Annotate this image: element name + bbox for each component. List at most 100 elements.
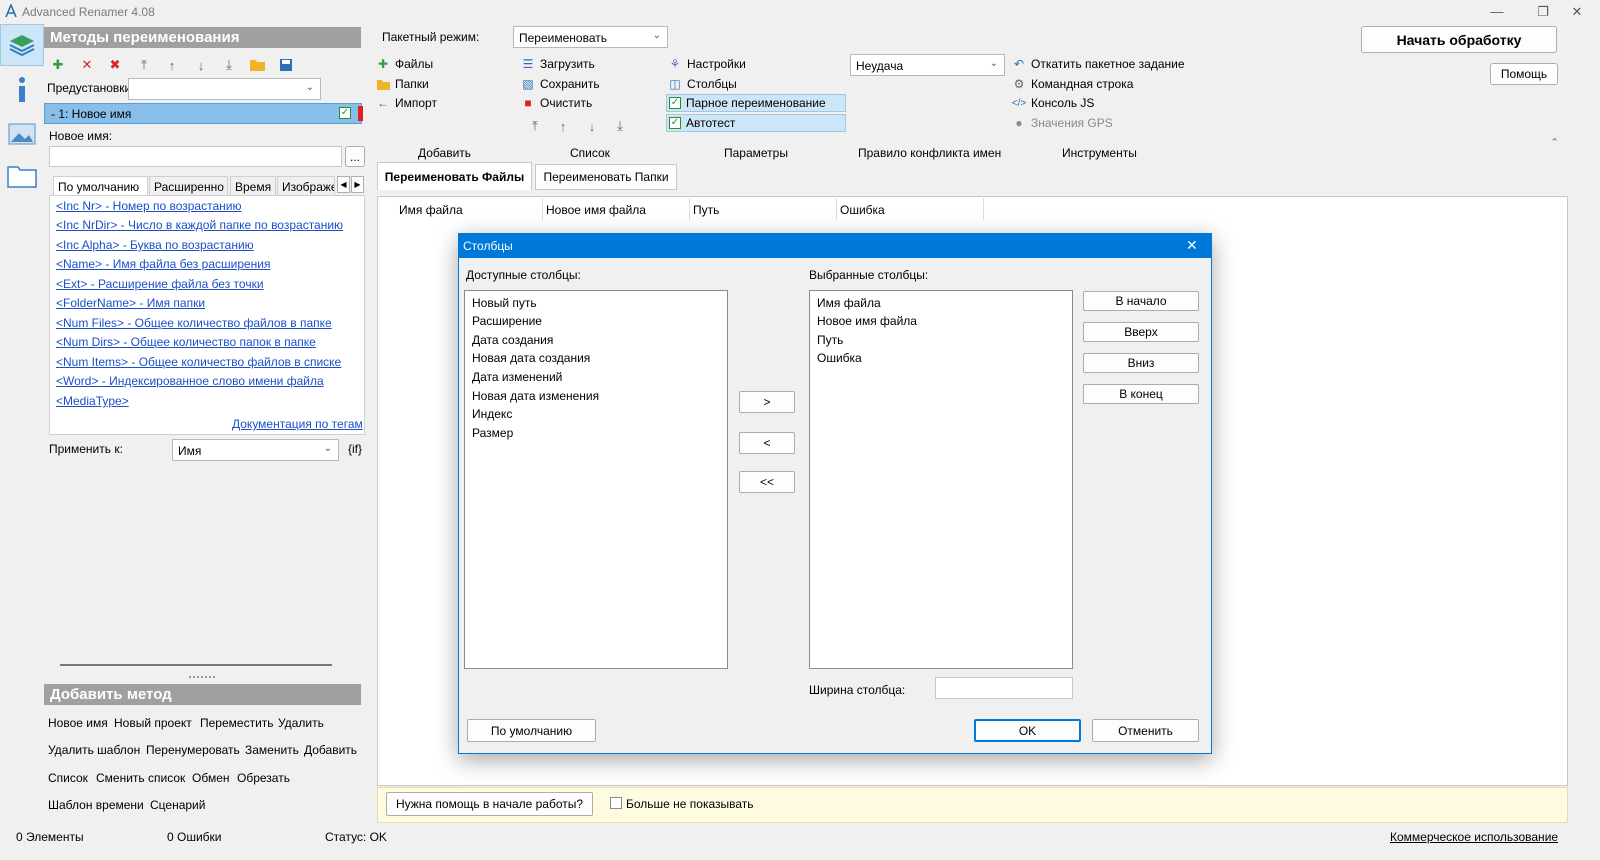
clear-list-button[interactable]: ■ Очистить bbox=[521, 96, 592, 110]
getting-started-button[interactable]: Нужна помощь в начале работы? bbox=[386, 792, 593, 816]
tag-link[interactable]: <Ext> - Расширение файла без точки bbox=[56, 277, 264, 291]
column-separator[interactable] bbox=[983, 198, 984, 220]
tab-scroll-left-icon[interactable]: ◀ bbox=[337, 176, 350, 193]
list-item[interactable]: Новый путь bbox=[472, 296, 537, 310]
add-folders-button[interactable]: Папки bbox=[376, 77, 429, 91]
method-list-replace[interactable]: Сменить список bbox=[96, 771, 185, 785]
list-item[interactable]: Имя файла bbox=[817, 296, 881, 310]
column-width-input[interactable] bbox=[935, 677, 1073, 699]
tab-default[interactable]: По умолчанию bbox=[53, 176, 148, 196]
list-item[interactable]: Дата создания bbox=[472, 333, 553, 347]
tag-link[interactable]: <Inc NrDir> - Число в каждой папке по во… bbox=[56, 218, 343, 232]
folder-icon[interactable] bbox=[0, 155, 44, 197]
move-left-button[interactable]: < bbox=[739, 432, 795, 454]
list-item[interactable]: Дата изменений bbox=[472, 370, 562, 384]
list-item[interactable]: Новая дата изменения bbox=[472, 389, 599, 403]
save-list-button[interactable]: ▧ Сохранить bbox=[521, 77, 599, 91]
ellipsis-button[interactable]: ... bbox=[345, 146, 365, 167]
method-list[interactable]: Список bbox=[48, 771, 88, 785]
method-script[interactable]: Сценарий bbox=[150, 798, 205, 812]
method-enabled-checkbox[interactable]: ✓ bbox=[339, 107, 351, 119]
tag-link[interactable]: <Word> - Индексированное слово имени фай… bbox=[56, 374, 324, 388]
list-item[interactable]: Новое имя файла bbox=[817, 314, 917, 328]
tag-link[interactable]: <Num Files> - Общее количество файлов в … bbox=[56, 316, 332, 330]
start-processing-button[interactable]: Начать обработку bbox=[1361, 26, 1557, 53]
tab-advanced[interactable]: Расширенно bbox=[149, 176, 228, 196]
load-list-button[interactable]: ☰ Загрузить bbox=[521, 57, 595, 71]
tag-link[interactable]: <FolderName> - Имя папки bbox=[56, 296, 205, 310]
tab-rename-files[interactable]: Переименовать Файлы bbox=[377, 162, 532, 190]
tag-link[interactable]: <MediaType> bbox=[56, 394, 129, 408]
list-item[interactable]: Размер bbox=[472, 426, 513, 440]
list-move-top-icon[interactable]: ⤒ bbox=[526, 117, 544, 135]
move-bottom-icon[interactable]: ⤓ bbox=[220, 56, 238, 74]
gps-values-button[interactable]: ● Значения GPS bbox=[1012, 116, 1112, 130]
add-files-button[interactable]: ✚ Файлы bbox=[376, 57, 433, 71]
move-down-icon[interactable]: ↓ bbox=[192, 56, 210, 74]
help-button[interactable]: Помощь bbox=[1490, 63, 1558, 85]
columns-button[interactable]: ◫ Столбцы bbox=[668, 77, 736, 91]
dont-show-label[interactable]: Больше не показывать bbox=[626, 797, 754, 811]
tab-time[interactable]: Время bbox=[230, 176, 276, 196]
move-right-button[interactable]: > bbox=[739, 391, 795, 413]
info-icon[interactable] bbox=[0, 69, 44, 111]
layers-icon[interactable] bbox=[0, 24, 44, 66]
move-top-icon[interactable]: ⤒ bbox=[135, 56, 153, 74]
list-item[interactable]: Ошибка bbox=[817, 351, 862, 365]
minimize-icon[interactable]: — bbox=[1474, 0, 1520, 23]
tab-rename-folders[interactable]: Переименовать Папки bbox=[535, 164, 677, 190]
column-separator[interactable] bbox=[836, 198, 837, 220]
splitter-handle[interactable] bbox=[189, 676, 215, 681]
list-move-bottom-icon[interactable]: ⤓ bbox=[611, 117, 629, 135]
tag-link[interactable]: <Num Dirs> - Общее количество папок в па… bbox=[56, 335, 316, 349]
image-icon[interactable] bbox=[0, 113, 44, 155]
batch-mode-dropdown[interactable]: Переименовать ⌄ bbox=[513, 26, 668, 48]
tab-scroll-right-icon[interactable]: ▶ bbox=[351, 176, 364, 193]
tag-link[interactable]: <Num Items> - Общее количество файлов в … bbox=[56, 355, 341, 369]
settings-button[interactable]: ⚘ Настройки bbox=[668, 57, 746, 71]
save-icon[interactable] bbox=[277, 56, 295, 74]
chevron-up-icon[interactable]: ⌃ bbox=[1550, 136, 1559, 149]
column-separator[interactable] bbox=[542, 198, 543, 220]
conflict-rule-dropdown[interactable]: Неудача ⌄ bbox=[850, 54, 1005, 76]
open-folder-icon[interactable] bbox=[248, 56, 266, 74]
if-label[interactable]: {if} bbox=[348, 442, 362, 456]
column-header-path[interactable]: Путь bbox=[693, 203, 719, 217]
list-item[interactable]: Путь bbox=[817, 333, 843, 347]
column-header-filename[interactable]: Имя файла bbox=[399, 203, 463, 217]
tag-link[interactable]: <Inc Nr> - Номер по возрастанию bbox=[56, 199, 241, 213]
ok-button[interactable]: OK bbox=[974, 719, 1081, 742]
available-columns-list[interactable]: Новый путь Расширение Дата создания Нова… bbox=[464, 290, 728, 669]
tags-docs-link[interactable]: Документация по тегам bbox=[232, 417, 364, 431]
import-button[interactable]: ← Импорт bbox=[376, 96, 437, 110]
method-renumber[interactable]: Перенумеровать bbox=[146, 743, 240, 757]
method-add[interactable]: Добавить bbox=[304, 743, 357, 757]
method-remove[interactable]: Удалить bbox=[278, 716, 324, 730]
method-replace[interactable]: Заменить bbox=[245, 743, 299, 757]
presets-dropdown[interactable]: ⌄ bbox=[128, 78, 321, 100]
list-item[interactable]: Индекс bbox=[472, 407, 512, 421]
method-row-new-name[interactable]: - 1: Новое имя ✓ bbox=[44, 103, 363, 124]
method-remove-pattern[interactable]: Удалить шаблон bbox=[48, 743, 140, 757]
move-to-end-button[interactable]: В конец bbox=[1083, 384, 1199, 404]
column-header-new-filename[interactable]: Новое имя файла bbox=[546, 203, 646, 217]
cancel-button[interactable]: Отменить bbox=[1092, 719, 1199, 742]
move-up-button[interactable]: Вверх bbox=[1083, 322, 1199, 342]
method-timestamp[interactable]: Шаблон времени bbox=[48, 798, 144, 812]
clear-icon[interactable]: ✖ bbox=[106, 56, 124, 74]
move-all-left-button[interactable]: << bbox=[739, 471, 795, 493]
method-new-name[interactable]: Новое имя bbox=[48, 716, 108, 730]
default-button[interactable]: По умолчанию bbox=[467, 719, 596, 742]
delete-icon[interactable]: ✕ bbox=[78, 56, 96, 74]
column-separator[interactable] bbox=[689, 198, 690, 220]
tab-image[interactable]: Изображе bbox=[277, 176, 335, 196]
new-name-input[interactable] bbox=[49, 146, 342, 167]
dont-show-checkbox[interactable] bbox=[610, 797, 622, 809]
list-move-down-icon[interactable]: ↓ bbox=[583, 117, 601, 135]
column-header-error[interactable]: Ошибка bbox=[840, 203, 885, 217]
method-swap[interactable]: Обмен bbox=[192, 771, 230, 785]
js-console-button[interactable]: </> Консоль JS bbox=[1012, 96, 1095, 110]
list-move-up-icon[interactable]: ↑ bbox=[554, 117, 572, 135]
autotest-item[interactable]: ✓ Автотест bbox=[669, 116, 735, 130]
commercial-use-link[interactable]: Коммерческое использование bbox=[1390, 830, 1558, 844]
